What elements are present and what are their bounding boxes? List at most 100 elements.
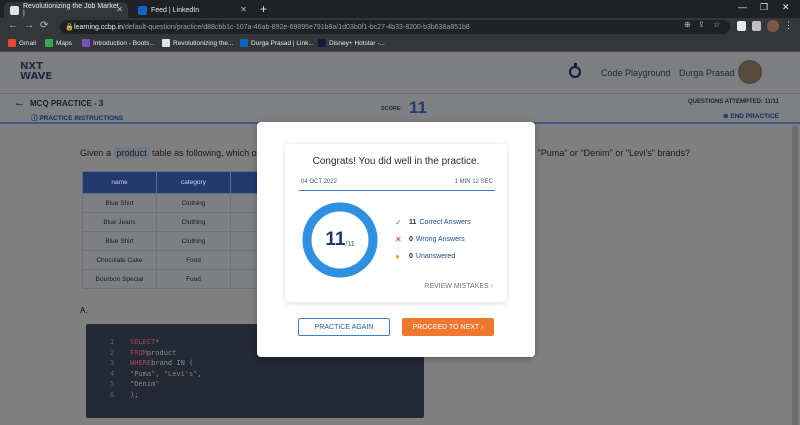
bookmark-label: Gmail [19,39,36,47]
question-text: Given a product table as following, whic… [80,147,257,159]
practice-again-button[interactable]: PRACTICE AGAIN [298,318,390,336]
end-practice-button[interactable]: ⊗ END PRACTICE [723,112,779,120]
score-value: 11 [409,98,427,117]
url-path: /default-question/practice/d88cbb1c-107a… [123,23,470,31]
bookmark-label: Durga Prasad | Link... [251,39,314,47]
inline-code: product [113,147,150,159]
bookmark-linkedin[interactable]: Durga Prasad | Link... [240,39,314,47]
table-cell: Clothing [156,193,231,213]
check-icon: ✓ [395,218,402,227]
correct-answers-stat: ✓ 11 Correct Answers [395,218,471,227]
linkedin-icon [240,39,248,47]
back-arrow-icon[interactable]: ← [14,97,25,109]
back-icon[interactable]: ← [8,20,18,31]
wrong-label: Wrong Answers [415,236,465,243]
site-header: NXT WAVE Code Playground Durga Prasad [0,52,800,94]
nxtwave-logo[interactable]: NXT WAVE [20,62,52,82]
close-tab-icon[interactable]: ✕ [116,5,123,14]
close-tab-icon[interactable]: ✕ [240,5,247,14]
code-keyword: FROM [130,348,147,357]
side-panel-icon[interactable] [752,21,761,31]
browser-menu-icon[interactable]: ⋮ [784,20,793,31]
table-cell: Clothing [156,231,231,251]
result-title: Congrats! You did well in the practice. [312,156,480,167]
result-modal: Congrats! You did well in the practice. … [257,122,535,357]
table-cell: Bourbon Special [82,269,157,289]
user-name[interactable]: Durga Prasad [679,68,735,78]
line-number: 4 [110,369,115,378]
minimize-icon[interactable]: — [738,2,747,12]
table-cell: Clothing [156,212,231,232]
browser-tab-bar: Revolutionizing the Job Market | ✕ Feed … [0,0,800,18]
table-cell: Blue Jeans [82,212,157,232]
proceed-to-next-button[interactable]: PROCEED TO NEXT › [402,318,494,336]
bookmark-revolutionizing[interactable]: Revolutionizing the... [162,39,233,47]
logo-line: WAVE [20,71,53,82]
scrollbar[interactable] [792,126,798,425]
bookmark-star-icon[interactable]: ☆ [713,20,720,29]
bookmark-bootstrap[interactable]: Introduction - Boots... [82,39,155,47]
unanswered-stat: ● 0 Unanswered [395,252,455,261]
site-favicon-icon [162,39,170,47]
bookmark-gmail[interactable]: Gmail [8,39,36,47]
end-practice-label: END PRACTICE [730,113,779,120]
correct-count: 11 [409,219,417,226]
table-cell: Food [156,269,231,289]
table-cell: Food [156,250,231,270]
line-number: 3 [110,359,115,367]
question-middle: table as following, which o [152,148,257,158]
bookmark-label: Revolutionizing the... [173,39,234,47]
bookmark-label: Introduction - Boots... [93,39,155,47]
question-text-end: ong to "Puma" or "Denim" or "Levi's" bra… [510,148,690,158]
profile-avatar[interactable] [767,20,779,32]
review-mistakes-link[interactable]: REVIEW MISTAKES › [424,283,493,290]
gmail-icon [8,39,16,47]
address-toolbar: ← → ⟳ 🔒 learning.ccbp.in/default-questio… [0,18,800,36]
code-playground-link[interactable]: Code Playground [601,68,671,78]
close-window-icon[interactable]: ✕ [782,2,790,13]
new-tab-button[interactable]: + [260,2,267,16]
bookmark-label: Disney+ Hotstar -... [329,39,385,47]
zoom-icon[interactable]: ⊕ [684,20,691,29]
wrong-answers-stat: ✕ 0 Wrong Answers [395,235,465,244]
practice-instructions-link[interactable]: ⓘ PRACTICE INSTRUCTIONS [31,112,123,122]
code-line: 6); [110,390,424,401]
site-favicon-icon [10,5,19,15]
practice-subheader: ← MCQ PRACTICE - 3 ⓘ PRACTICE INSTRUCTIO… [0,94,800,124]
dot-icon: ● [395,252,400,261]
code-text: ); [130,390,139,399]
url-bar[interactable]: 🔒 learning.ccbp.in/default-question/prac… [60,20,730,34]
tab-revolutionizing[interactable]: Revolutionizing the Job Market | ✕ [4,2,128,18]
lock-icon: 🔒 [65,24,74,31]
tab-linkedin[interactable]: Feed | LinkedIn ✕ [132,2,252,18]
code-string: "Denim" [130,380,160,388]
instructions-label: PRACTICE INSTRUCTIONS [39,115,124,122]
question-prefix: Given a [80,148,112,158]
score-number: 11 [325,229,346,250]
code-line: 4 "Puma", "Levi's", [110,369,424,380]
code-keyword: SELECT [130,338,156,346]
practice-duration: 1 MIN 12 SEC [454,179,493,185]
extensions-icon[interactable] [737,21,746,31]
correct-label: Correct Answers [419,219,471,226]
stopwatch-icon[interactable] [569,63,581,78]
score-total: /11 [345,240,355,248]
result-card: Congrats! You did well in the practice. … [285,144,507,302]
avatar[interactable] [738,60,762,84]
restore-icon[interactable]: ❐ [760,2,768,13]
share-icon[interactable]: ⇪ [698,20,705,29]
table-cell: Blue Shirt [82,193,157,213]
unanswered-count: 0 [409,253,413,260]
bookmark-hotstar[interactable]: Disney+ Hotstar -... [318,39,385,47]
forward-icon[interactable]: → [24,20,34,31]
bootstrap-icon [82,39,90,47]
line-number: 1 [110,338,115,346]
code-line: 5 "Denim" [110,379,424,390]
code-text: brand IN ( [151,359,194,367]
code-text: product [146,348,177,357]
maps-icon [45,39,53,47]
divider [299,190,495,191]
code-keyword: WHERE [130,359,152,367]
reload-icon[interactable]: ⟳ [40,20,48,31]
bookmark-maps[interactable]: Maps [45,39,72,47]
